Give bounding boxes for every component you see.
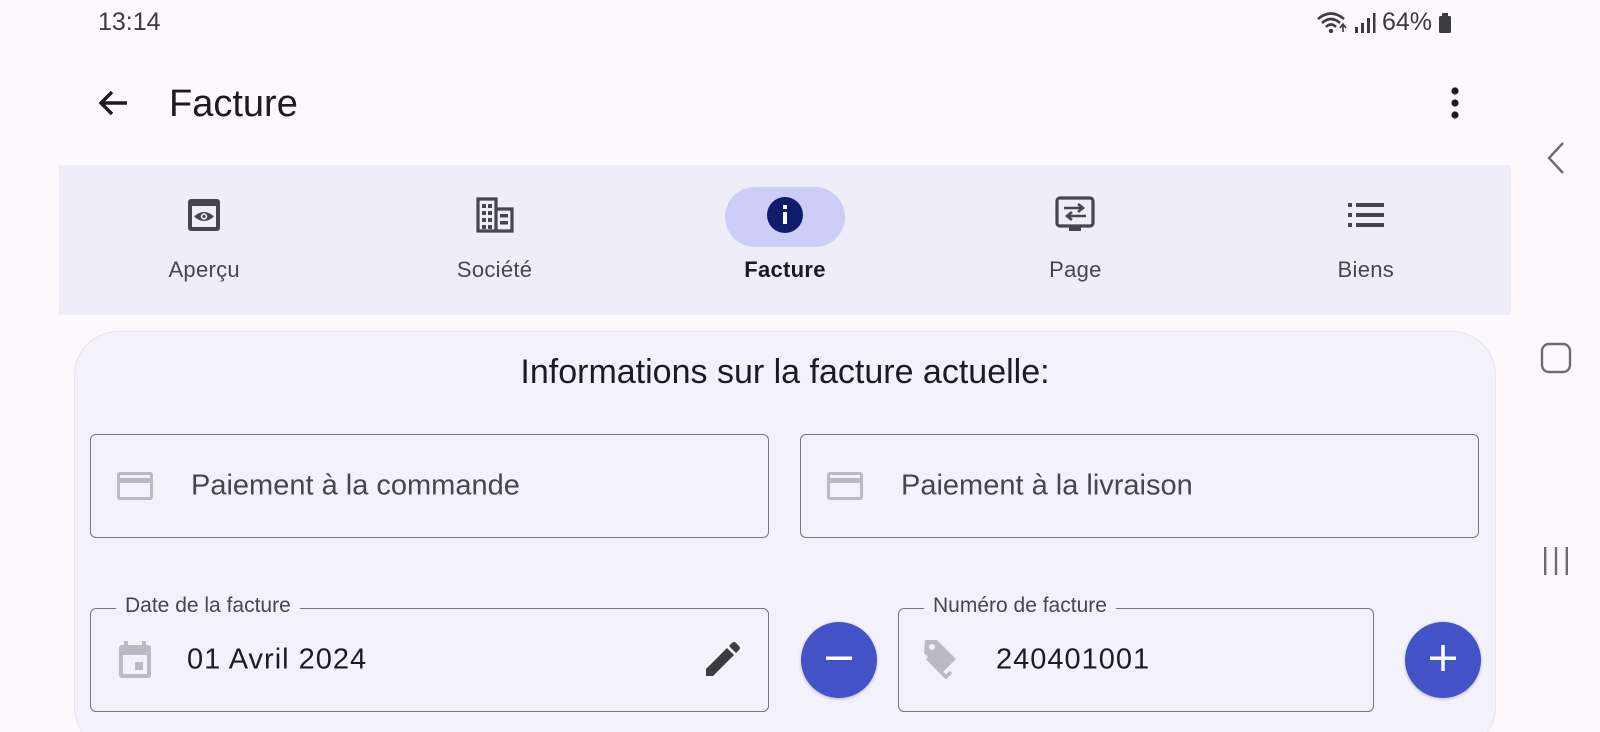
edit-pencil-icon[interactable] [703,641,741,679]
page-title: Facture [169,83,298,125]
top-app-bar: Facture [0,66,1512,146]
list-icon [1347,200,1385,235]
decrement-invoice-number-button[interactable] [801,622,877,698]
tab-indicator [435,187,555,247]
invoice-info-card: Informations sur la facture actuelle: Pa… [74,331,1496,732]
battery-level: 64% [1381,8,1432,36]
invoice-number-value: 240401001 [996,643,1151,676]
tab-societe[interactable]: Société [349,165,639,315]
tab-label: Biens [1337,257,1395,282]
status-indicators: 64% [1316,8,1452,37]
wifi-icon [1316,10,1348,36]
more-vert-icon [1450,86,1460,125]
eye-icon [185,196,223,239]
payment-on-delivery-label: Paiement à la livraison [901,469,1193,502]
tab-label: Société [456,257,533,282]
nav-home-button[interactable] [1532,336,1580,384]
invoice-date-value: 01 Avril 2024 [187,643,368,676]
chevron-left-icon [1545,141,1567,180]
nav-recents-button[interactable] [1532,539,1580,587]
plus-icon [1428,643,1458,678]
status-bar: 13:14 64% [0,0,1512,46]
status-time: 13:14 [98,8,161,36]
tab-biens[interactable]: Biens [1221,165,1511,315]
nav-back-button[interactable] [1532,136,1580,184]
tab-label: Facture [744,257,826,282]
increment-invoice-number-button[interactable] [1405,622,1481,698]
payment-on-order-field[interactable]: Paiement à la commande [90,434,769,538]
home-square-icon [1540,342,1572,379]
tab-indicator [144,187,264,247]
tab-indicator-active [725,187,846,247]
tab-facture[interactable]: Facture [640,165,930,315]
tab-indicator [1306,187,1426,247]
tab-label: Page [1049,257,1102,282]
building-icon [475,196,515,239]
tab-apercu[interactable]: Aperçu [59,165,349,315]
credit-card-icon [825,470,865,502]
tag-icon [921,638,965,682]
more-options-button[interactable] [1430,80,1480,130]
recents-icon [1542,546,1570,581]
invoice-date-label: Date de la facture [116,594,300,618]
payment-on-order-label: Paiement à la commande [191,469,520,502]
credit-card-icon [115,470,155,502]
arrow-left-icon [95,85,131,126]
tab-page[interactable]: Page [930,165,1220,315]
invoice-number-label: Numéro de facture [924,594,1116,618]
navigation-tab-bar: Aperçu Société Facture Page Biens [59,165,1511,315]
calendar-icon [117,640,153,680]
tab-label: Aperçu [168,257,240,282]
battery-icon [1438,12,1452,34]
invoice-date-field[interactable]: Date de la facture 01 Avril 2024 [90,594,769,712]
signal-icon [1354,12,1376,34]
back-button[interactable] [88,80,138,130]
payment-on-delivery-field[interactable]: Paiement à la livraison [800,434,1479,538]
info-icon [766,196,804,239]
card-title: Informations sur la facture actuelle: [520,353,1050,391]
minus-icon [824,643,854,678]
invoice-number-field[interactable]: Numéro de facture 240401001 [898,594,1374,712]
system-navigation-bar [1512,0,1600,732]
page-settings-icon [1054,195,1096,240]
tab-indicator [1015,187,1135,247]
